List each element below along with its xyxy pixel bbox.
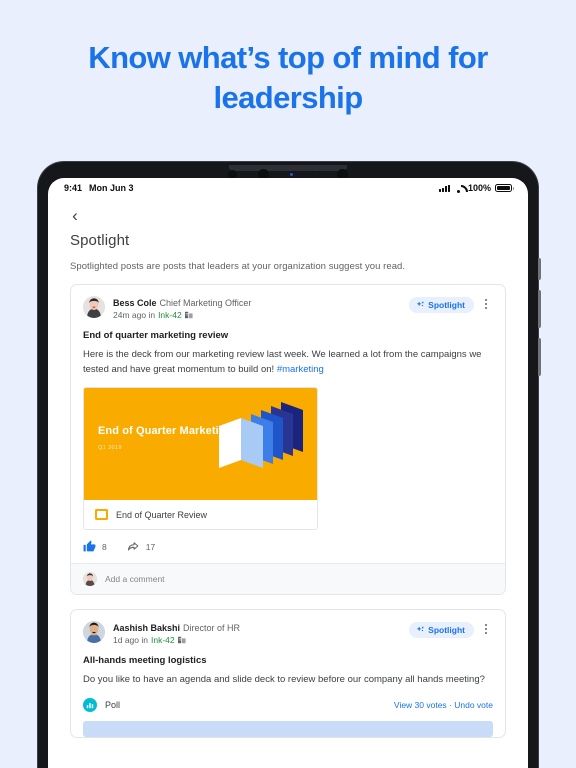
avatar[interactable]	[83, 621, 105, 644]
post-reactions-bar: 8 17	[71, 530, 505, 563]
post-overflow-menu-icon[interactable]	[479, 624, 493, 635]
status-bar-time: 9:41	[64, 183, 83, 193]
page-title: Spotlight	[70, 232, 130, 249]
sensor-dot-icon	[314, 173, 316, 175]
comment-input-placeholder[interactable]: Add a comment	[105, 574, 165, 584]
wifi-icon	[454, 184, 464, 193]
spotlight-badge-label: Spotlight	[428, 300, 465, 310]
hero-section: Know what’s top of mind for leadership	[0, 0, 576, 117]
battery-full-icon	[495, 183, 514, 193]
tablet-frame: 9:41 Mon Jun 3 100% ‹ Spotlight Spotligh…	[38, 162, 541, 768]
device-volume-down-button[interactable]	[538, 338, 541, 376]
poll-bar-chart-icon	[83, 698, 97, 713]
app-navigation-bar: ‹	[48, 198, 528, 232]
sparkle-icon	[416, 626, 424, 632]
post-header: Bess Cole Chief Marketing Officer 24m ago…	[83, 296, 493, 321]
status-bar: 9:41 Mon Jun 3 100%	[48, 178, 528, 198]
avatar-image	[83, 621, 105, 644]
tablet-screen: 9:41 Mon Jun 3 100% ‹ Spotlight Spotligh…	[48, 178, 528, 768]
poll-label: Poll	[105, 700, 121, 711]
share-button[interactable]: 17	[126, 540, 155, 553]
post-body: Do you like to have an agenda and slide …	[83, 674, 485, 686]
spotlight-badge[interactable]: Spotlight	[409, 622, 474, 639]
slide-deck-illustration	[219, 402, 303, 469]
post-card[interactable]: Aashish Bakshi Director of HR 1d ago in I…	[70, 609, 506, 739]
post-timestamp: 1d ago in	[113, 635, 148, 646]
spotlight-feed: Spotlight Spotlighted posts are posts th…	[48, 232, 528, 739]
poll-option-bar[interactable]	[83, 721, 493, 738]
post-author-name[interactable]: Bess Cole	[113, 298, 157, 308]
slide-preview-image: End of Quarter Marketing Review Q1 2019	[84, 388, 317, 501]
cellular-signal-icon	[438, 184, 450, 192]
avatar-image	[83, 572, 97, 587]
indicator-led-icon	[290, 172, 293, 176]
thumbs-up-icon	[83, 540, 96, 552]
attachment-file-name: End of Quarter Review	[116, 509, 208, 520]
poll-header-row: Poll View 30 votes · Undo vote	[83, 698, 493, 713]
post-header: Aashish Bakshi Director of HR 1d ago in I…	[83, 621, 493, 646]
space-building-icon	[177, 637, 186, 644]
like-count: 8	[102, 541, 107, 552]
sparkle-icon	[416, 300, 424, 306]
page-headline: Know what’s top of mind for leadership	[88, 40, 488, 115]
avatar[interactable]	[83, 296, 105, 318]
avatar-image	[83, 296, 105, 318]
like-button[interactable]: 8	[83, 540, 107, 553]
post-author-role: Director of HR	[183, 623, 241, 634]
post-overflow-menu-icon[interactable]	[479, 299, 493, 309]
post-author-name[interactable]: Aashish Bakshi	[113, 623, 180, 633]
post-space-link[interactable]: Ink-42	[158, 309, 182, 321]
current-user-avatar	[83, 572, 97, 587]
page-subtitle: Spotlighted posts are posts that leaders…	[70, 261, 406, 272]
bar-chart-glyph	[86, 703, 94, 709]
poll-actions-link[interactable]: View 30 votes · Undo vote	[394, 700, 493, 710]
battery-percent-label: 100%	[467, 183, 491, 193]
tablet-device-mockup: 9:41 Mon Jun 3 100% ‹ Spotlight Spotligh…	[0, 162, 576, 768]
spotlight-badge-label: Spotlight	[428, 625, 465, 636]
device-power-button[interactable]	[538, 258, 541, 280]
post-card[interactable]: Bess Cole Chief Marketing Officer 24m ago…	[70, 284, 506, 596]
status-bar-date: Mon Jun 3	[89, 183, 134, 193]
post-author-role: Chief Marketing Officer	[159, 298, 252, 308]
post-space-link[interactable]: Ink-42	[151, 634, 175, 646]
share-arrow-icon	[127, 542, 139, 551]
add-comment-row[interactable]: Add a comment	[71, 563, 505, 595]
device-volume-up-button[interactable]	[538, 290, 541, 328]
post-timestamp: 24m ago in	[113, 310, 156, 320]
back-chevron-icon[interactable]: ‹	[66, 206, 84, 224]
space-building-icon	[184, 311, 193, 319]
post-title: All-hands meeting logistics	[83, 655, 207, 667]
share-count: 17	[145, 541, 156, 552]
post-attachment[interactable]: End of Quarter Marketing Review Q1 2019	[83, 387, 318, 531]
post-title: End of quarter marketing review	[83, 330, 229, 341]
spotlight-badge[interactable]: Spotlight	[409, 297, 474, 313]
attachment-file-row[interactable]: End of Quarter Review	[84, 500, 317, 530]
google-slides-icon	[95, 509, 108, 521]
post-hashtag-link[interactable]: #marketing	[277, 364, 324, 375]
post-body: Here is the deck from our marketing revi…	[83, 348, 493, 377]
